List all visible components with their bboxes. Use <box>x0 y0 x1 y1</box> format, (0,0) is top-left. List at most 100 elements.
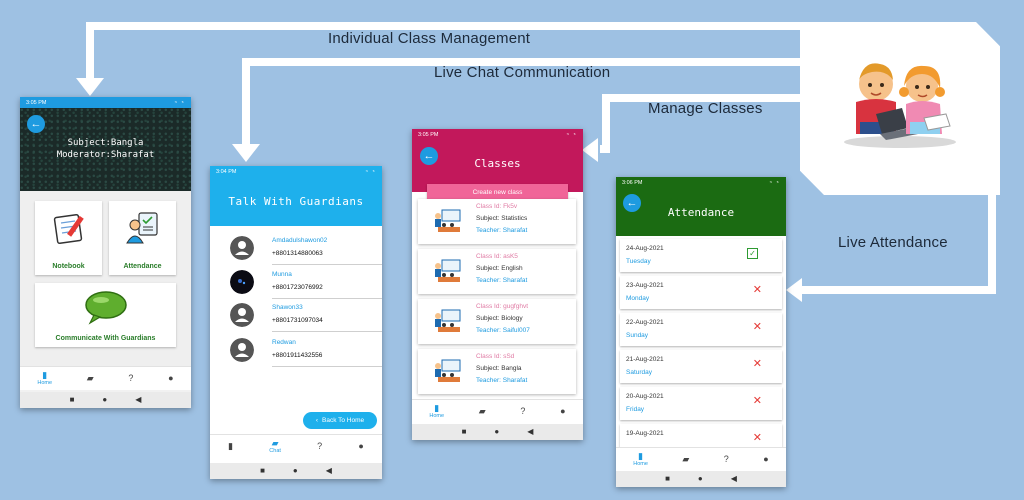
home-circle-icon[interactable]: ● <box>698 475 703 483</box>
nav-home[interactable]: ▮ <box>228 442 233 451</box>
status-icons: ◔ ◔ <box>768 179 780 186</box>
record-date: 23-Aug-2021 <box>626 282 664 289</box>
contact-name: Amdadulshawon02 <box>272 237 328 244</box>
class-subject: Subject: Bangla <box>476 365 522 372</box>
flow-label-attendance: Live Attendance <box>838 234 948 251</box>
status-time: 3:06 PM <box>622 179 643 186</box>
class-card[interactable]: Class Id: sSd Subject: Bangla Teacher: S… <box>418 349 576 394</box>
status-icons: ◔ ◔ <box>565 131 577 138</box>
home-circle-icon[interactable]: ● <box>293 467 298 475</box>
divider <box>272 331 382 332</box>
connector-individual-vertical <box>86 22 94 80</box>
connector-chat-vertical <box>242 58 250 146</box>
nav-home[interactable]: ▮ Home <box>37 371 53 387</box>
recent-apps-icon[interactable]: ■ <box>462 428 467 436</box>
back-button[interactable]: ← <box>27 115 45 133</box>
person-avatar-icon <box>230 236 254 260</box>
class-card[interactable]: Class Id: gugfghvt Subject: Biology Teac… <box>418 299 576 344</box>
nav-profile[interactable]: ● <box>168 374 173 383</box>
nav-home[interactable]: ▮ Home <box>633 452 648 468</box>
status-bar: 3:04 PM ◔ ◔ <box>210 166 382 177</box>
contact-phone: +8801723076992 <box>272 284 323 291</box>
system-back-icon[interactable]: ◀ <box>135 396 141 404</box>
class-teacher: Teacher: Sharafat <box>476 377 528 384</box>
nav-profile[interactable]: ● <box>763 455 768 464</box>
nav-profile[interactable]: ● <box>358 442 363 451</box>
system-nav-bar: ■ ● ◀ <box>412 424 583 440</box>
contact-row[interactable]: Munna +8801723076992 <box>228 266 382 299</box>
status-bar: 3:05 PM ◔ ◔ <box>412 129 583 140</box>
record-day: Friday <box>626 406 645 413</box>
nav-home-label: Home <box>37 380 53 386</box>
nav-help[interactable]: ? <box>724 455 729 464</box>
record-day: Monday <box>626 295 650 302</box>
record-day: Sunday <box>626 332 649 339</box>
nav-chat[interactable]: ▰ <box>87 374 94 383</box>
record-date: 22-Aug-2021 <box>626 319 664 326</box>
system-back-icon[interactable]: ◀ <box>527 428 533 436</box>
nav-home-label: Home <box>633 461 648 467</box>
bottom-nav: ▮ Home ▰ ? ● <box>616 447 786 471</box>
attendance-tile[interactable]: Attendance <box>109 201 176 275</box>
bottom-nav: ▮ Home ▰ ? ● <box>20 366 191 390</box>
record-date: 21-Aug-2021 <box>626 356 664 363</box>
contact-row[interactable]: Shawon33 +8801731097034 <box>228 299 382 332</box>
help-icon: ? <box>723 454 729 464</box>
recent-apps-icon[interactable]: ■ <box>665 475 670 483</box>
recent-apps-icon[interactable]: ■ <box>70 396 75 404</box>
system-back-icon[interactable]: ◀ <box>731 475 737 483</box>
system-nav-bar: ■ ● ◀ <box>616 471 786 487</box>
nav-help[interactable]: ? <box>128 374 133 383</box>
class-id: Class Id: asK5 <box>476 253 518 260</box>
classroom-icon <box>435 309 461 332</box>
contact-row[interactable]: Redwan +8801911432556 <box>228 334 382 367</box>
arrow-head-manage <box>582 138 598 162</box>
nav-help[interactable]: ? <box>520 407 525 416</box>
communicate-with-guardians-tile[interactable]: Communicate With Guardians <box>35 283 176 347</box>
classroom-icon <box>435 259 461 282</box>
notebook-tile[interactable]: Notebook <box>35 201 102 275</box>
class-card[interactable]: Class Id: Fk5v Subject: Statistics Teach… <box>418 199 576 244</box>
classroom-icon <box>435 359 461 382</box>
divider <box>272 366 382 367</box>
nav-home-label: Home <box>429 413 445 419</box>
person-icon: ● <box>168 373 174 383</box>
back-to-home-label: Back To Home <box>322 417 365 424</box>
absent-cross-icon: ✕ <box>752 284 762 296</box>
nav-chat[interactable]: ▰ <box>479 407 486 416</box>
kids-illustration-card <box>800 22 1000 195</box>
recent-apps-icon[interactable]: ■ <box>260 467 265 475</box>
nav-chat-label: Chat <box>269 448 281 454</box>
class-card[interactable]: Class Id: asK5 Subject: English Teacher:… <box>418 249 576 294</box>
help-icon: ? <box>317 441 323 451</box>
class-teacher: Teacher: Sharafat <box>476 227 528 234</box>
status-icons: ◔ ◔ <box>173 99 185 106</box>
arrow-head-chat <box>232 144 260 162</box>
attendance-record: 24-Aug-2021 Tuesday ✓ <box>620 239 782 272</box>
nav-profile[interactable]: ● <box>560 407 565 416</box>
class-subject: Subject: Statistics <box>476 215 528 222</box>
status-time: 3:04 PM <box>216 168 237 175</box>
nav-home[interactable]: ▮ Home <box>429 404 445 420</box>
system-back-icon[interactable]: ◀ <box>326 467 332 475</box>
class-teacher: Teacher: Saiful007 <box>476 327 530 334</box>
absent-cross-icon: ✕ <box>752 321 762 333</box>
chat-bubble-icon <box>84 291 127 325</box>
nav-help[interactable]: ? <box>317 442 322 451</box>
contact-row[interactable]: Amdadulshawon02 +8801314880063 <box>228 232 382 265</box>
back-to-home-button[interactable]: ‹ Back To Home <box>303 412 377 429</box>
system-nav-bar: ■ ● ◀ <box>20 392 191 408</box>
flow-label-manage: Manage Classes <box>648 100 763 117</box>
class-header-banner: ← Subject:Bangla Moderator:Sharafat <box>20 108 191 191</box>
nav-chat[interactable]: ▰ Chat <box>269 439 281 455</box>
attendance-record: 20-Aug-2021 Friday ✕ <box>620 387 782 420</box>
avatar-photo <box>230 270 254 294</box>
tiles-area: Notebook Attendance Communicate With Gua… <box>20 191 191 366</box>
home-circle-icon[interactable]: ● <box>494 428 499 436</box>
nav-chat[interactable]: ▰ <box>682 455 689 464</box>
back-arrow-icon: ← <box>30 118 42 130</box>
phone-class-dashboard: 3:05 PM ◔ ◔ ← Subject:Bangla Moderator:S… <box>20 97 191 408</box>
attendance-label: Attendance <box>123 263 162 270</box>
home-circle-icon[interactable]: ● <box>102 396 107 404</box>
connector-attendance-vertical <box>988 195 996 293</box>
